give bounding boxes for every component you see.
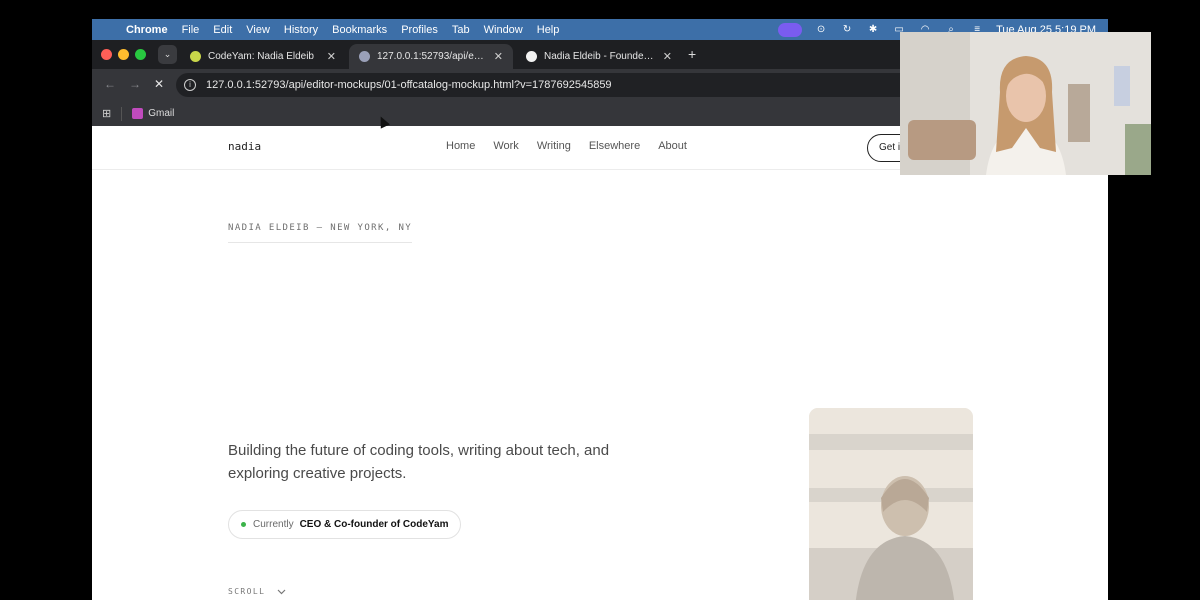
profile-photo: [809, 408, 973, 600]
status-label: Currently: [253, 519, 294, 530]
menu-window[interactable]: Window: [484, 24, 523, 36]
site-logo[interactable]: nadia: [228, 140, 261, 153]
nav-about[interactable]: About: [658, 140, 687, 152]
menu-help[interactable]: Help: [537, 24, 560, 36]
minimize-window-button[interactable]: [118, 49, 129, 60]
menu-file[interactable]: File: [182, 24, 200, 36]
tab-close-icon[interactable]: ✕: [327, 50, 336, 63]
status-badge: Currently CEO & Co-founder of CodeYam: [228, 510, 462, 539]
bookmark-gmail[interactable]: Gmail: [148, 108, 174, 119]
chevron-down-icon: [277, 589, 286, 594]
forward-arrow-icon[interactable]: →: [129, 77, 141, 91]
tab-label: Nadia Eldeib - Founder & Builder: [544, 51, 655, 62]
nav-home[interactable]: Home: [446, 140, 475, 152]
speaker-photo-illustration: [809, 408, 973, 600]
site-info-icon[interactable]: i: [184, 79, 196, 91]
site-nav-links: Home Work Writing Elsewhere About: [446, 140, 687, 152]
maximize-window-button[interactable]: [135, 49, 146, 60]
scroll-indicator[interactable]: SCROLL: [228, 587, 286, 596]
status-dot-icon: [241, 522, 246, 527]
nav-writing[interactable]: Writing: [537, 140, 571, 152]
tab-label: 127.0.0.1:52793/api/editor-mockups: [377, 51, 486, 62]
menu-history[interactable]: History: [284, 24, 318, 36]
menu-view[interactable]: View: [246, 24, 270, 36]
bookmarks-divider: [121, 106, 123, 121]
tab-search-chevron-icon[interactable]: ⌄: [158, 45, 177, 64]
status-value: CEO & Co-founder of CodeYam: [299, 519, 449, 530]
screen-share-icon[interactable]: [778, 22, 803, 37]
tab-label: CodeYam: Nadia Eldeib: [208, 51, 314, 62]
menu-bookmarks[interactable]: Bookmarks: [332, 24, 387, 36]
web-page: nadia Home Work Writing Elsewhere About …: [92, 126, 1108, 600]
hero-eyebrow: NADIA ELDEIB — NEW YORK, NY: [228, 223, 413, 243]
webcam-overlay: [900, 32, 1151, 175]
new-tab-plus-icon[interactable]: +: [688, 46, 696, 62]
presenter-video-feed: [900, 32, 1151, 175]
codeyam-favicon-icon: [190, 51, 201, 62]
menu-app-name[interactable]: Chrome: [126, 24, 168, 36]
tab-close-icon[interactable]: ✕: [494, 50, 503, 63]
scroll-label: SCROLL: [228, 587, 266, 596]
nav-work[interactable]: Work: [493, 140, 518, 152]
zoom-icon[interactable]: ⊙: [814, 24, 828, 36]
tab-editor-mockups[interactable]: 127.0.0.1:52793/api/editor-mockups ✕: [349, 44, 513, 69]
tab-codeyam[interactable]: CodeYam: Nadia Eldeib ✕: [180, 44, 346, 69]
menu-edit[interactable]: Edit: [213, 24, 232, 36]
gmail-icon: [132, 108, 144, 119]
sync-icon[interactable]: ↻: [840, 24, 854, 36]
close-window-button[interactable]: [101, 49, 112, 60]
menu-profiles[interactable]: Profiles: [401, 24, 438, 36]
apps-grid-icon[interactable]: ⊞: [102, 107, 111, 120]
globe-favicon-icon: [359, 51, 370, 62]
address-url[interactable]: 127.0.0.1:52793/api/editor-mockups/01-of…: [206, 79, 612, 91]
hero-tagline: Building the future of coding tools, wri…: [228, 442, 610, 482]
bluetooth-icon[interactable]: ✱: [866, 24, 880, 36]
tab-close-icon[interactable]: ✕: [663, 50, 672, 63]
nav-elsewhere[interactable]: Elsewhere: [589, 140, 640, 152]
menu-tab[interactable]: Tab: [452, 24, 470, 36]
tab-nadia-site[interactable]: Nadia Eldeib - Founder & Builder ✕: [516, 44, 682, 69]
triangle-favicon-icon: [526, 51, 537, 62]
back-arrow-icon[interactable]: ←: [104, 77, 116, 91]
stop-loading-icon[interactable]: ✕: [154, 77, 164, 91]
